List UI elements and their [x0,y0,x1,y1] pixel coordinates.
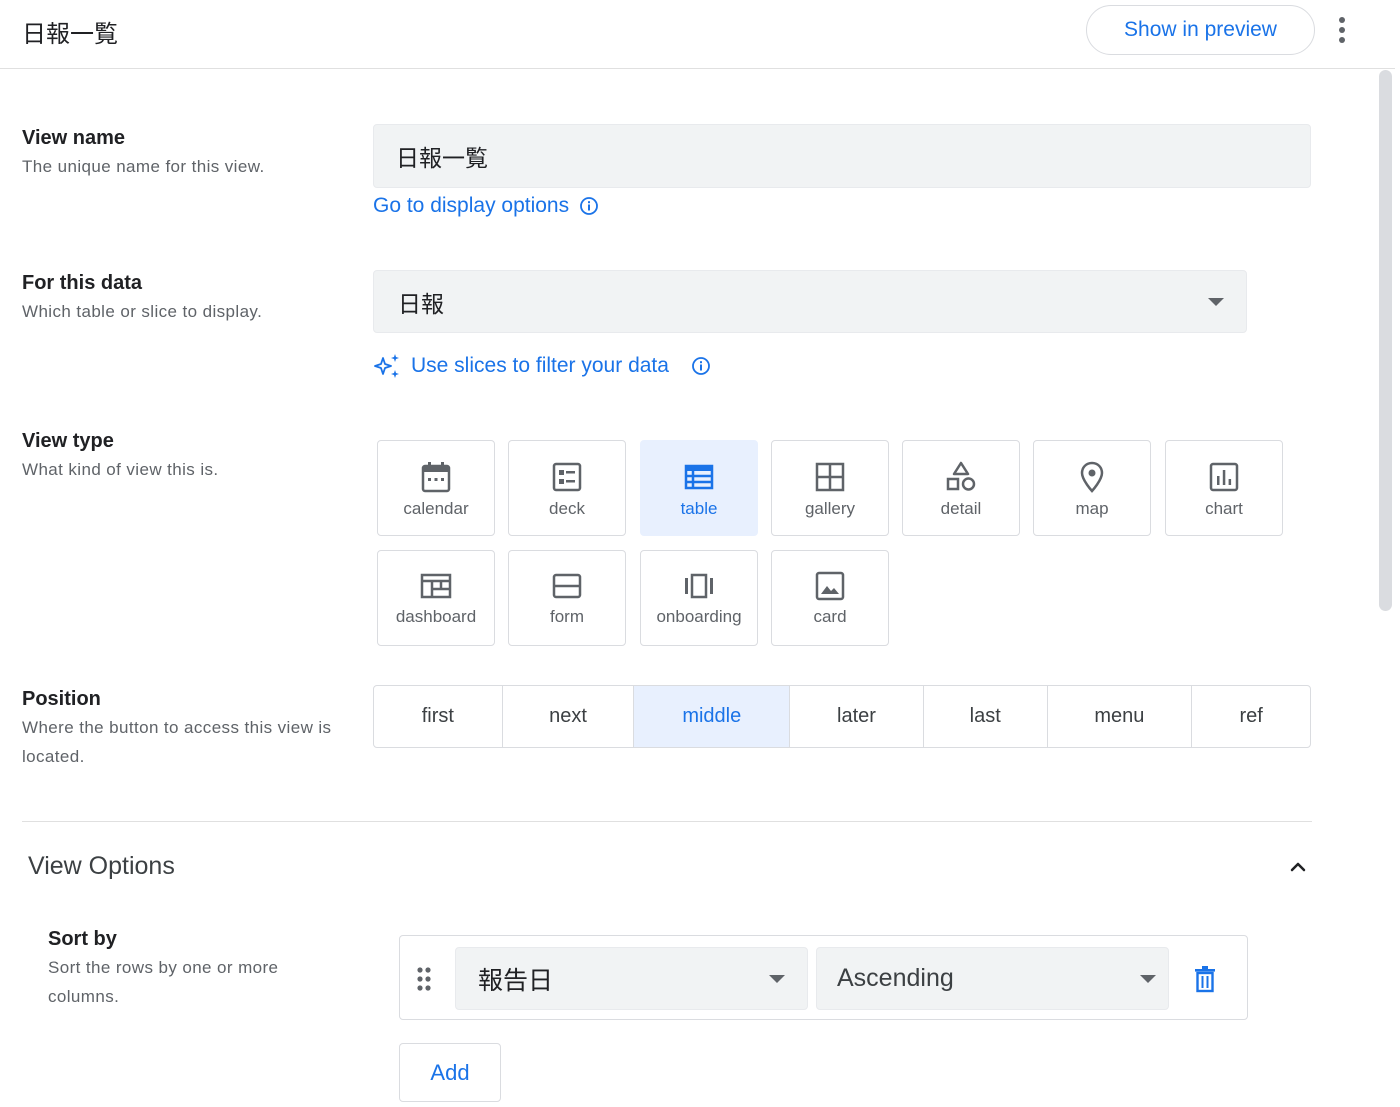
table-icon [684,464,714,490]
sort-by-label: Sort by [48,928,117,950]
trash-icon[interactable] [1192,965,1218,993]
more-options-icon[interactable] [1330,14,1354,46]
position-label-group: Position Where the button to access this… [22,688,332,771]
display-options-link-label: Go to display options [373,194,570,217]
view-type-dashboard[interactable]: dashboard [377,550,495,646]
view-name-label: View name [22,127,126,149]
data-source-select[interactable]: 日報 [373,270,1247,333]
view-type-label-onboarding: onboarding [656,607,742,626]
position-option-later[interactable]: later [790,686,924,747]
position-option-next[interactable]: next [503,686,635,747]
deck-icon [552,462,582,492]
view-type-label-detail: detail [940,499,982,518]
sort-direction-select[interactable]: Ascending [816,947,1169,1010]
chevron-down-icon [1140,974,1156,983]
sort-by-description: Sort the rows by one or more columns. [48,958,279,1006]
position-option-first[interactable]: first [374,686,503,747]
position-option-last[interactable]: last [924,686,1048,747]
view-type-label-dashboard: dashboard [395,607,477,626]
calendar-icon [421,462,451,493]
sort-column-select[interactable]: 報告日 [455,947,808,1010]
page-title: 日報一覧 [22,21,118,48]
position-option-menu[interactable]: menu [1048,686,1193,747]
view-type-label-chart: chart [1205,499,1243,518]
view-type-gallery[interactable]: gallery [771,440,889,536]
view-type-form[interactable]: form [508,550,626,646]
onboarding-icon [685,573,713,599]
position-option-middle[interactable]: middle [634,686,791,747]
card-image-icon [815,571,845,601]
view-type-table[interactable]: table [640,440,758,536]
info-icon[interactable] [579,196,599,216]
sort-column-value: 報告日 [478,966,554,995]
view-type-label-group: View type What kind of view this is. [22,430,219,484]
for-this-data-description: Which table or slice to display. [22,302,263,321]
section-divider [22,821,1312,822]
view-type-deck[interactable]: deck [508,440,626,536]
use-slices-link[interactable]: Use slices to filter your data [373,353,711,379]
form-icon [552,573,582,599]
view-name-label-group: View name The unique name for this view. [22,127,265,181]
chevron-down-icon [769,974,785,983]
view-type-label-card: card [813,607,847,626]
view-type-description: What kind of view this is. [22,460,219,479]
view-type-label-gallery: gallery [804,499,856,518]
info-icon[interactable] [691,356,711,376]
position-description: Where the button to access this view is … [22,718,332,766]
data-source-value: 日報 [398,290,444,317]
view-type-detail[interactable]: detail [902,440,1020,536]
view-type-onboarding[interactable]: onboarding [640,550,758,646]
for-this-data-label: For this data [22,272,143,294]
chevron-up-icon[interactable] [1287,856,1309,878]
view-type-map[interactable]: map [1033,440,1151,536]
view-name-input[interactable]: 日報一覧 [373,124,1311,188]
sort-direction-value: Ascending [837,964,954,992]
view-type-card[interactable]: card [771,550,889,646]
chevron-down-icon [1208,297,1224,306]
position-label: Position [22,688,101,710]
view-type-label: View type [22,430,114,452]
map-pin-icon [1080,461,1104,493]
view-type-chart[interactable]: chart [1165,440,1283,536]
view-type-label-form: form [550,607,584,626]
scrollbar-thumb[interactable] [1379,70,1392,611]
dashboard-icon [420,573,452,599]
view-type-label-deck: deck [549,499,585,518]
drag-handle-icon[interactable] [416,966,432,992]
position-segmented-control: first next middle later last menu ref [373,685,1311,748]
view-type-label-map: map [1075,499,1109,518]
detail-icon [946,461,976,491]
sparkle-icon [374,354,399,378]
view-options-header[interactable]: View Options [28,852,175,881]
view-type-label-calendar: calendar [403,499,469,518]
position-option-ref[interactable]: ref [1192,686,1310,747]
chart-icon [1209,462,1239,492]
header-bar: 日報一覧 Show in preview [0,0,1395,69]
use-slices-label: Use slices to filter your data [411,354,669,377]
view-type-calendar[interactable]: calendar [377,440,495,536]
add-sort-button[interactable]: Add [399,1043,501,1102]
go-to-display-options-link[interactable]: Go to display options [373,194,599,218]
view-name-description: The unique name for this view. [22,157,265,176]
sort-rule-row: 報告日 Ascending [399,935,1248,1020]
gallery-icon [815,462,845,492]
sort-by-label-group: Sort by Sort the rows by one or more col… [48,928,338,1011]
for-this-data-label-group: For this data Which table or slice to di… [22,272,262,326]
show-in-preview-button[interactable]: Show in preview [1086,5,1315,55]
view-type-label-table: table [680,499,718,518]
